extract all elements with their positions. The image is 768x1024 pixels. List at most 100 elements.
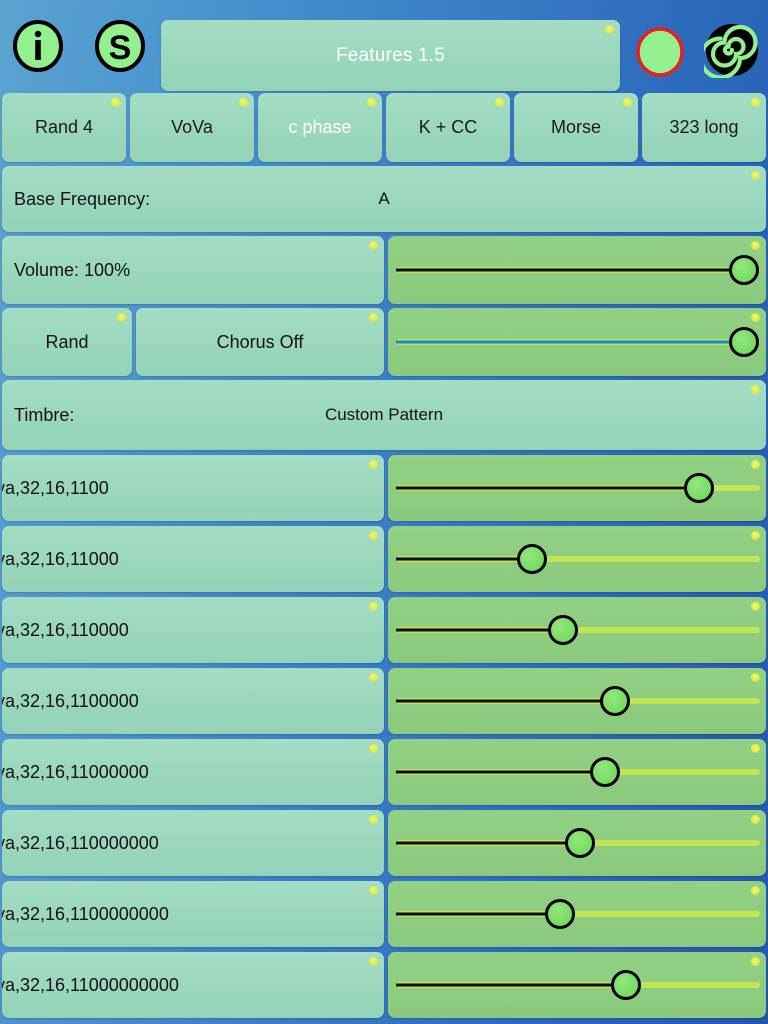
slider-track-filled <box>396 841 581 845</box>
base-frequency-value: A <box>378 189 390 208</box>
info-icon[interactable] <box>12 20 64 72</box>
preset-button-0[interactable]: Rand 4 <box>2 93 126 162</box>
preset-button-4[interactable]: Morse <box>514 93 638 162</box>
corner-dot-icon <box>369 815 378 824</box>
corner-dot-icon <box>751 385 760 394</box>
preset-label: c phase <box>288 117 352 137</box>
spiral-icon[interactable] <box>704 22 760 78</box>
pattern-row: va,32,16,110000000 <box>2 810 766 876</box>
corner-dot-icon <box>239 98 248 107</box>
slider-thumb[interactable] <box>589 757 620 787</box>
slider-thumb[interactable] <box>729 255 759 285</box>
volume-label-panel[interactable]: Volume: 100% <box>2 236 384 304</box>
slider-track-filled <box>396 983 626 987</box>
pattern-slider[interactable] <box>388 455 766 521</box>
preset-button-3[interactable]: K + CC <box>386 93 510 162</box>
slider-thumb[interactable] <box>610 970 641 1000</box>
slider-thumb[interactable] <box>600 686 631 716</box>
slider-track-filled <box>396 912 560 916</box>
title-panel[interactable]: Features 1.5 <box>161 20 620 91</box>
pattern-slider[interactable] <box>388 952 766 1018</box>
slider-track-filled <box>396 628 564 632</box>
pattern-row: va,32,16,11000000 <box>2 739 766 805</box>
pattern-label-panel[interactable]: va,32,16,110000000 <box>2 810 384 876</box>
pattern-slider-panel[interactable] <box>388 597 766 663</box>
pattern-slider[interactable] <box>388 810 766 876</box>
rand-button[interactable]: Rand <box>2 308 132 376</box>
rand-label: Rand <box>45 331 89 352</box>
record-indicator-icon[interactable] <box>634 26 686 78</box>
base-frequency-row: Base Frequency: A <box>2 166 766 232</box>
volume-slider[interactable] <box>388 236 766 304</box>
slider-track-filled <box>396 340 744 344</box>
pattern-label: va,32,16,11000000 <box>2 761 149 782</box>
corner-dot-icon <box>111 98 120 107</box>
volume-row: Volume: 100% <box>2 236 766 304</box>
slider-track-filled <box>396 770 605 774</box>
pattern-label-panel[interactable]: va,32,16,11000000000 <box>2 952 384 1018</box>
pattern-label-panel[interactable]: va,32,16,1100000000 <box>2 881 384 947</box>
slider-thumb[interactable] <box>565 828 596 858</box>
pattern-label-panel[interactable]: va,32,16,1100 <box>2 455 384 521</box>
base-frequency-control[interactable]: Base Frequency: A <box>2 166 766 232</box>
pattern-row: va,32,16,11000 <box>2 526 766 592</box>
pattern-label-panel[interactable]: va,32,16,11000000 <box>2 739 384 805</box>
s-icon[interactable]: S <box>94 20 146 72</box>
pattern-label-panel[interactable]: va,32,16,11000 <box>2 526 384 592</box>
corner-dot-icon <box>369 313 378 322</box>
preset-button-5[interactable]: 323 long <box>642 93 766 162</box>
preset-button-row: Rand 4 VoVa c phase K + CC Morse 323 lon… <box>2 93 766 162</box>
pattern-slider-panel[interactable] <box>388 739 766 805</box>
pattern-slider[interactable] <box>388 526 766 592</box>
chorus-slider-panel[interactable] <box>388 308 766 376</box>
pattern-slider-panel[interactable] <box>388 881 766 947</box>
slider-thumb[interactable] <box>516 544 547 574</box>
preset-label: VoVa <box>171 117 213 137</box>
pattern-label-panel[interactable]: va,32,16,1100000 <box>2 668 384 734</box>
pattern-label: va,32,16,11000 <box>2 548 119 569</box>
pattern-slider[interactable] <box>388 881 766 947</box>
corner-dot-icon <box>605 25 614 34</box>
timbre-row: Timbre: Custom Pattern <box>2 380 766 450</box>
corner-dot-icon <box>369 241 378 250</box>
preset-label: Rand 4 <box>34 117 94 137</box>
chorus-slider[interactable] <box>388 308 766 376</box>
corner-dot-icon <box>751 171 760 180</box>
corner-dot-icon <box>369 886 378 895</box>
pattern-slider[interactable] <box>388 597 766 663</box>
corner-dot-icon <box>369 460 378 469</box>
pattern-slider-panel[interactable] <box>388 526 766 592</box>
slider-track-filled <box>396 486 699 490</box>
top-bar: S Features 1.5 <box>0 0 768 91</box>
pattern-label-panel[interactable]: va,32,16,110000 <box>2 597 384 663</box>
slider-track-filled <box>396 268 744 272</box>
slider-thumb[interactable] <box>548 615 579 645</box>
pattern-label: va,32,16,1100000 <box>2 690 139 711</box>
pattern-slider-panel[interactable] <box>388 668 766 734</box>
slider-thumb[interactable] <box>544 899 575 929</box>
chorus-toggle-button[interactable]: Chorus Off <box>136 308 384 376</box>
pattern-slider[interactable] <box>388 668 766 734</box>
chorus-label: Chorus Off <box>216 331 304 352</box>
pattern-slider-panel[interactable] <box>388 952 766 1018</box>
corner-dot-icon <box>369 673 378 682</box>
pattern-slider-panel[interactable] <box>388 455 766 521</box>
corner-dot-icon <box>495 98 504 107</box>
timbre-control[interactable]: Timbre: Custom Pattern <box>2 380 766 450</box>
preset-button-1[interactable]: VoVa <box>130 93 254 162</box>
pattern-row: va,32,16,1100 <box>2 455 766 521</box>
corner-dot-icon <box>369 531 378 540</box>
pattern-slider[interactable] <box>388 739 766 805</box>
corner-dot-icon <box>367 98 376 107</box>
corner-dot-icon <box>369 744 378 753</box>
corner-dot-icon <box>117 313 126 322</box>
pattern-label: va,32,16,110000 <box>2 619 129 640</box>
pattern-label: va,32,16,1100 <box>2 477 109 498</box>
slider-thumb[interactable] <box>683 473 714 503</box>
volume-slider-panel[interactable] <box>388 236 766 304</box>
slider-thumb[interactable] <box>729 327 759 357</box>
pattern-slider-panel[interactable] <box>388 810 766 876</box>
preset-button-2[interactable]: c phase <box>258 93 382 162</box>
slider-track-filled <box>396 699 616 703</box>
app-title: Features 1.5 <box>335 44 446 66</box>
